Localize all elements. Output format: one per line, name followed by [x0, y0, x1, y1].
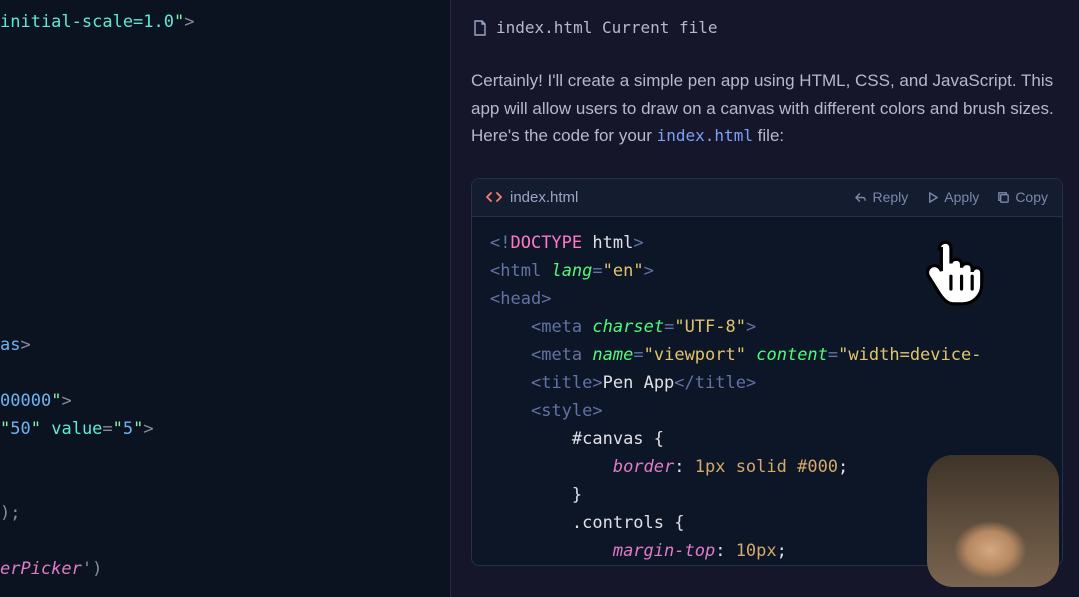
code-line: #canvas { — [490, 425, 1044, 453]
reply-button[interactable]: Reply — [854, 189, 908, 205]
code-line: <style> — [490, 397, 1044, 425]
code-line: ); — [0, 499, 450, 527]
context-filename: index.html Current file — [496, 18, 718, 37]
play-icon — [926, 191, 939, 204]
code-icon — [486, 191, 502, 203]
reply-icon — [854, 191, 867, 204]
editor-panel[interactable]: initial-scale=1.0"> as> 00000"> "50" val… — [0, 0, 450, 597]
code-line: <meta charset="UTF-8"> — [490, 313, 1044, 341]
code-line: as> — [0, 331, 450, 359]
code-line: <meta name="viewport" content="width=dev… — [490, 341, 1044, 369]
code-line: <title>Pen App</title> — [490, 369, 1044, 397]
assistant-message: Certainly! I'll create a simple pen app … — [471, 67, 1079, 150]
file-icon — [473, 20, 487, 36]
copy-icon — [997, 191, 1010, 204]
context-file-chip[interactable]: index.html Current file — [473, 18, 1079, 37]
code-line: initial-scale=1.0"> — [0, 8, 450, 36]
code-line: 00000"> — [0, 387, 450, 415]
code-line: "50" value="5"> — [0, 415, 450, 443]
code-block-filename: index.html — [510, 189, 578, 206]
code-line: erPicker') — [0, 555, 450, 583]
code-block-header: index.html Reply Apply Copy — [472, 179, 1062, 217]
inline-code: index.html — [657, 126, 753, 145]
code-line: <html lang="en"> — [490, 257, 1044, 285]
webcam-overlay — [927, 455, 1059, 587]
code-line: <head> — [490, 285, 1044, 313]
code-line: <!DOCTYPE html> — [490, 229, 1044, 257]
copy-button[interactable]: Copy — [997, 189, 1048, 205]
apply-button[interactable]: Apply — [926, 189, 979, 205]
